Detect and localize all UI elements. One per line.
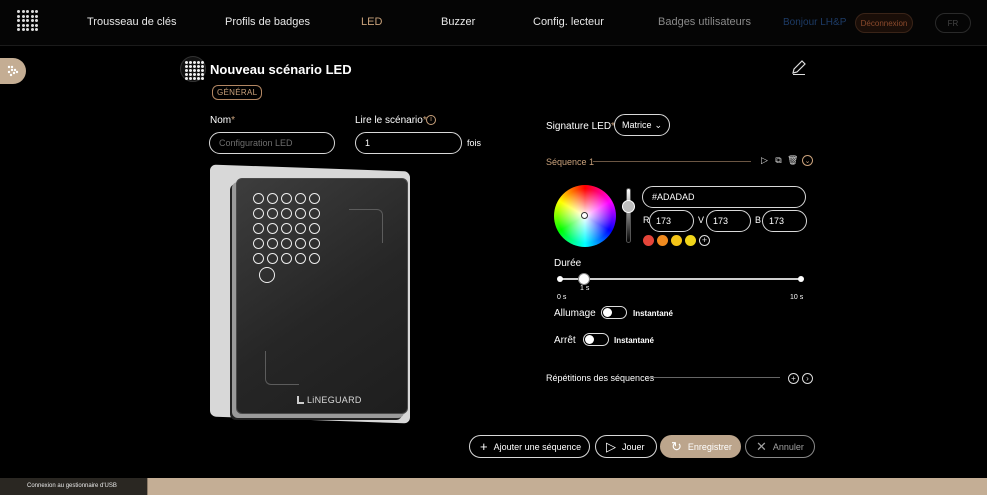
- brightness-slider[interactable]: [626, 188, 631, 243]
- slider-endpoint: [557, 276, 563, 282]
- on-mode: Instantané: [633, 309, 674, 318]
- save-button[interactable]: ↻ Enregistrer: [660, 435, 741, 458]
- play-label: Jouer: [622, 441, 645, 452]
- edit-pencil-icon[interactable]: [790, 58, 808, 76]
- add-sequence-label: Ajouter une séquence: [493, 441, 582, 452]
- add-repetition-icon[interactable]: +: [788, 373, 799, 384]
- slider-endpoint: [798, 276, 804, 282]
- on-label: Allumage: [554, 308, 596, 319]
- play-icon[interactable]: ▷: [759, 155, 770, 166]
- led-matrix: [253, 193, 320, 264]
- off-toggle[interactable]: [583, 333, 609, 346]
- copy-icon[interactable]: ⧉: [773, 155, 784, 166]
- page-title: Nouveau scénario LED: [210, 62, 352, 77]
- app-logo-icon[interactable]: [17, 10, 39, 32]
- nav-item-badges-utilisateurs[interactable]: Badges utilisateurs: [658, 16, 751, 28]
- name-label: Nom*: [210, 115, 236, 126]
- repeat-count-input[interactable]: [355, 132, 462, 154]
- duration-slider-handle[interactable]: [578, 273, 590, 285]
- nav-item-config-lecteur[interactable]: Config. lecteur: [533, 16, 604, 28]
- blue-input[interactable]: [762, 210, 807, 232]
- hex-color-input[interactable]: [642, 186, 806, 208]
- nav-item-trousseau[interactable]: Trousseau de clés: [87, 16, 176, 28]
- led-scenario-icon: [180, 56, 206, 82]
- side-panel-toggle[interactable]: [0, 58, 26, 84]
- user-greeting-link[interactable]: Bonjour LH&P: [783, 17, 846, 28]
- times-label: fois: [467, 138, 482, 148]
- duration-max: 10 s: [790, 294, 804, 301]
- add-sequence-button[interactable]: + Ajouter une séquence: [469, 435, 590, 458]
- divider: [593, 161, 751, 162]
- color-swatch[interactable]: [657, 235, 668, 246]
- device-corner-mark: [265, 351, 299, 385]
- color-swatch[interactable]: [671, 235, 682, 246]
- nav-item-profils-badges[interactable]: Profils de badges: [225, 16, 310, 28]
- color-wheel-cursor[interactable]: [581, 212, 588, 219]
- duration-min: 0 s: [557, 294, 567, 301]
- sequence-label: Séquence 1: [546, 157, 595, 167]
- divider: [647, 377, 780, 378]
- color-swatch[interactable]: [643, 235, 654, 246]
- refresh-icon: ↻: [671, 439, 682, 454]
- chevron-down-icon: ⌄: [654, 119, 663, 130]
- dots-arrow-icon: [7, 65, 19, 77]
- duration-value: 1 s: [580, 285, 590, 292]
- read-scenario-label: Lire le scénario*: [355, 115, 427, 126]
- cancel-button[interactable]: ✕ Annuler: [745, 435, 815, 458]
- color-swatches: +: [643, 235, 710, 246]
- delete-icon[interactable]: 🗑: [787, 155, 798, 166]
- plus-icon: +: [480, 439, 488, 454]
- blue-label: B: [755, 215, 762, 225]
- chevron-right-icon[interactable]: ›: [802, 373, 813, 384]
- signature-select[interactable]: Matrice ⌄: [614, 114, 670, 136]
- off-mode: Instantané: [614, 336, 655, 345]
- save-label: Enregistrer: [687, 441, 732, 452]
- nav-item-buzzer[interactable]: Buzzer: [441, 16, 475, 28]
- general-badge: GÉNÉRAL: [212, 85, 263, 100]
- red-input[interactable]: [649, 210, 694, 232]
- usb-connection-status: Connexion au gestionnaire d'USB: [0, 478, 148, 495]
- on-toggle[interactable]: [601, 306, 627, 319]
- status-bar: Connexion au gestionnaire d'USB: [0, 478, 987, 495]
- top-navigation: Trousseau de clés Profils de badges LED …: [0, 0, 987, 46]
- duration-slider-track[interactable]: [560, 278, 801, 280]
- led-signature-label: Signature LED*: [546, 121, 615, 132]
- language-selector[interactable]: FR: [935, 13, 971, 33]
- green-label: V: [698, 215, 705, 225]
- nav-item-led[interactable]: LED: [361, 16, 382, 28]
- off-label: Arrêt: [554, 335, 576, 346]
- close-icon: ✕: [756, 439, 767, 454]
- device-brand: LiNEGUARD: [297, 395, 362, 405]
- play-button[interactable]: ▷ Jouer: [595, 435, 657, 458]
- color-swatch[interactable]: [685, 235, 696, 246]
- add-color-icon[interactable]: +: [699, 235, 710, 246]
- brightness-handle[interactable]: [622, 200, 635, 213]
- logout-button[interactable]: Déconnexion: [855, 13, 913, 33]
- repetitions-label: Répétitions des séquences: [546, 373, 655, 383]
- device-corner-mark: [349, 209, 383, 243]
- nfc-icon: [259, 267, 275, 283]
- duration-label: Durée: [554, 258, 582, 269]
- green-input[interactable]: [706, 210, 751, 232]
- name-input[interactable]: [209, 132, 335, 154]
- chevron-down-icon[interactable]: ⌄: [802, 155, 813, 166]
- play-icon: ▷: [606, 439, 616, 454]
- cancel-label: Annuler: [772, 441, 804, 452]
- reader-device-image: LiNEGUARD: [236, 178, 408, 414]
- info-icon[interactable]: i: [426, 115, 436, 125]
